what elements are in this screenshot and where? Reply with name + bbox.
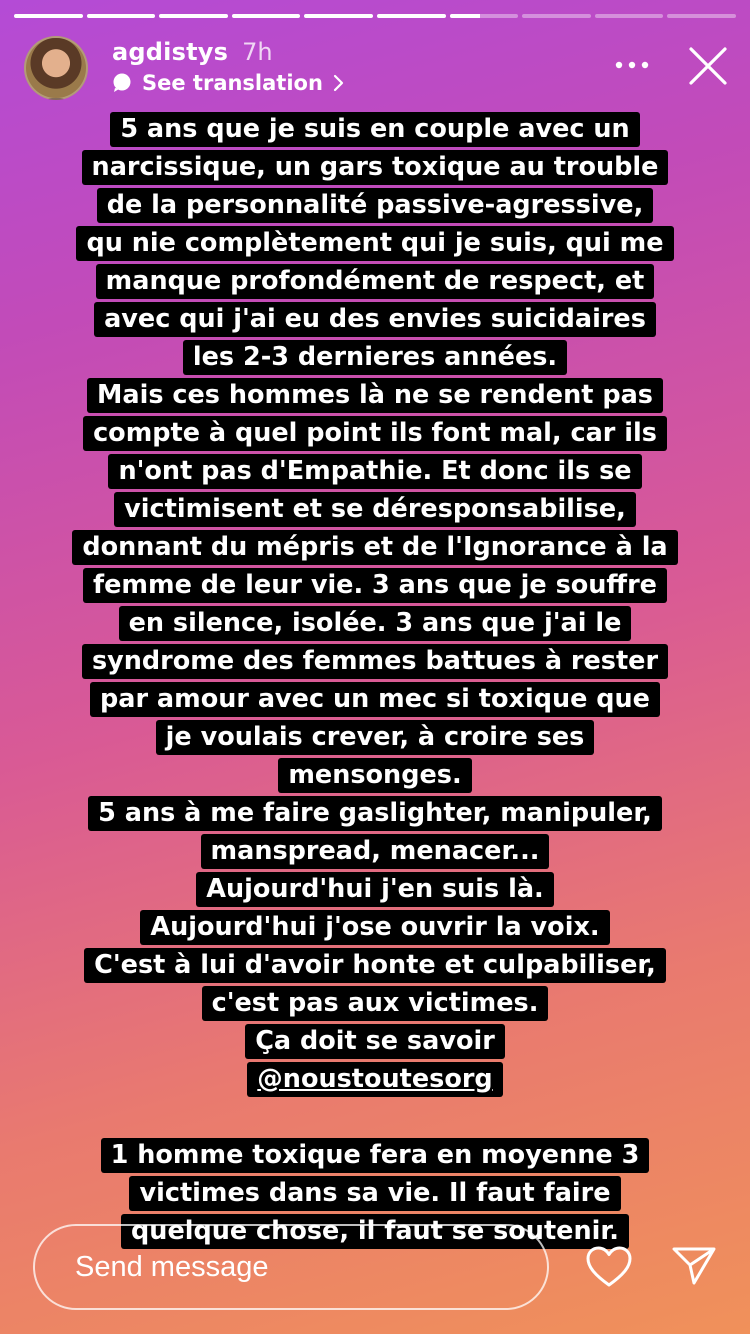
- story-progress-bar: [14, 14, 736, 18]
- progress-segment: [159, 14, 228, 18]
- progress-segment: [449, 14, 519, 18]
- story-text-line: syndrome des femmes battues à rester: [81, 644, 669, 679]
- story-text-line: avec qui j'ai eu des envies suicidaires: [94, 302, 656, 337]
- story-text-line: 5 ans à me faire gaslighter, manipuler,: [88, 796, 662, 831]
- story-text: 5 ans que je suis en couple avec un narci…: [0, 110, 750, 1250]
- progress-segment: [522, 14, 591, 18]
- user-info: agdistys 7h: [112, 38, 273, 66]
- story-text-line: 5 ans que je suis en couple avec un: [110, 112, 640, 147]
- avatar[interactable]: [24, 36, 88, 100]
- mention-link[interactable]: @noustoutesorg: [247, 1062, 503, 1097]
- close-icon[interactable]: [686, 44, 730, 88]
- progress-segment: [86, 14, 156, 18]
- story-text-line: donnant du mépris et de l'Ignorance à la: [72, 530, 678, 565]
- story-text-line: manspread, menacer...: [200, 834, 550, 869]
- more-options-icon[interactable]: [612, 50, 652, 80]
- story-text-line: femme de leur vie. 3 ans que je souffre: [83, 568, 667, 603]
- story-text-line: C'est à lui d'avoir honte et culpabilise…: [84, 948, 666, 983]
- send-icon[interactable]: [672, 1246, 716, 1286]
- story-footer: [0, 1224, 750, 1334]
- story-text-line: 1 homme toxique fera en moyenne 3: [100, 1138, 650, 1173]
- see-translation-label: See translation: [142, 71, 323, 95]
- story-text-line: je voulais crever, à croire ses: [155, 720, 595, 755]
- story-text-line: c'est pas aux victimes.: [201, 986, 549, 1021]
- story-header: agdistys 7h See translation: [24, 36, 730, 102]
- story-text-line: mensonges.: [278, 758, 472, 793]
- story-text-line: n'ont pas d'Empathie. Et donc ils se: [108, 454, 642, 489]
- progress-segment: [304, 14, 373, 18]
- story-text-line: victimisent et se déresponsabilise,: [114, 492, 636, 527]
- story-text-line: Mais ces hommes là ne se rendent pas: [87, 378, 663, 413]
- story-text-line: Aujourd'hui j'ose ouvrir la voix.: [140, 910, 610, 945]
- username[interactable]: agdistys: [112, 38, 228, 66]
- story-text-line: Ça doit se savoir: [245, 1024, 505, 1059]
- story-text-line: qu nie complètement qui je suis, qui me: [76, 226, 674, 261]
- progress-segment: [667, 14, 736, 18]
- story-text-line: en silence, isolée. 3 ans que j'ai le: [118, 606, 632, 641]
- story-text-line: de la personnalité passive-agressive,: [96, 188, 654, 223]
- see-translation-button[interactable]: See translation: [112, 71, 345, 95]
- story-text-line: victimes dans sa vie. Il faut faire: [129, 1176, 621, 1211]
- progress-segment: [376, 14, 446, 18]
- story-text-line: narcissique, un gars toxique au trouble: [81, 150, 669, 185]
- story-text-line: par amour avec un mec si toxique que: [90, 682, 660, 717]
- story-text-line: compte à quel point ils font mal, car il…: [83, 416, 667, 451]
- chevron-right-icon: [333, 74, 345, 92]
- send-message-input[interactable]: [33, 1224, 549, 1310]
- story-text-line: les 2-3 dernieres années.: [182, 340, 568, 375]
- progress-segment: [14, 14, 83, 18]
- story-timestamp: 7h: [242, 38, 273, 66]
- progress-segment: [594, 14, 664, 18]
- progress-segment: [231, 14, 301, 18]
- translate-bubble-icon: [112, 73, 132, 93]
- story-text-line: Aujourd'hui j'en suis là.: [196, 872, 554, 907]
- heart-icon[interactable]: [586, 1246, 632, 1288]
- story-text-line: manque profondément de respect, et: [95, 264, 655, 299]
